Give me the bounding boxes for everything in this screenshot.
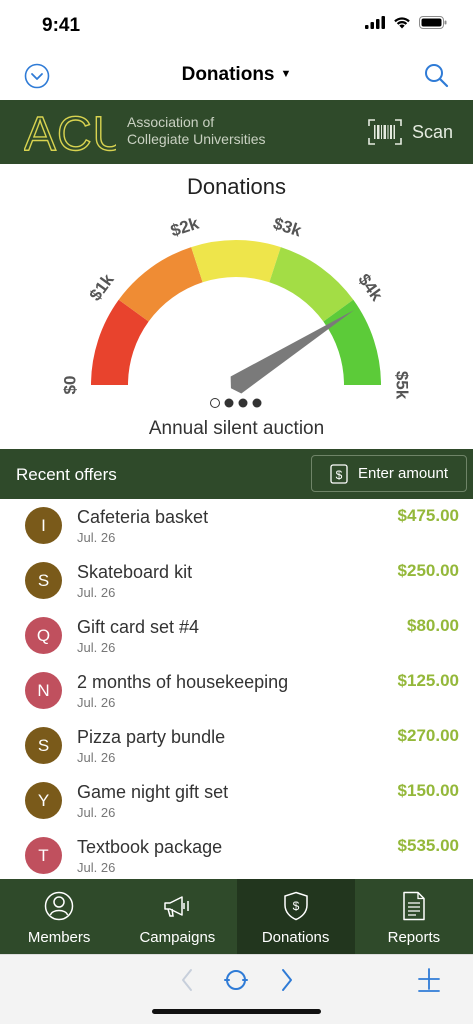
offers-header: Recent offers $ Enter amount	[0, 449, 473, 499]
tab-donations[interactable]: $ Donations	[236, 879, 355, 954]
battery-icon	[419, 16, 447, 29]
person-icon	[44, 891, 74, 921]
offer-date: Jul. 26	[77, 805, 116, 820]
shield-dollar-icon: $	[283, 891, 308, 921]
offers-list: I Cafeteria basket Jul. 26 $475.00 S Skateboa…	[0, 499, 473, 878]
gauge-tick-label: $5k	[393, 371, 412, 400]
offer-amount: $475.00	[397, 506, 459, 525]
offer-amount: $150.00	[397, 781, 459, 800]
document-icon	[403, 891, 425, 921]
offer-name: Cafeteria basket	[77, 507, 209, 527]
offer-date: Jul. 26	[77, 750, 116, 765]
gauge-needle	[230, 309, 355, 394]
tab-members-label: Members	[27, 929, 91, 946]
gauge-tick-label: $0	[60, 376, 79, 395]
offers-title: Recent offers	[16, 465, 117, 484]
chevron-right-icon[interactable]	[280, 967, 294, 993]
gauge-title: Donations	[186, 174, 287, 199]
offer-row[interactable]: Q Gift card set #4 Jul. 26 $80.00	[0, 609, 473, 664]
offer-name: 2 months of housekeeping	[77, 672, 289, 692]
pager-dot[interactable]	[210, 398, 220, 408]
tab-campaigns-label: Campaigns	[139, 929, 216, 946]
gauge-segment	[191, 240, 281, 283]
offer-amount: $80.00	[407, 616, 459, 635]
avatar: S	[25, 562, 62, 599]
nav-bar: Donations ▼	[0, 50, 473, 100]
offer-date: Jul. 26	[77, 585, 116, 600]
avatar: Y	[25, 782, 62, 819]
offer-amount: $125.00	[397, 671, 459, 690]
page-title: Donations	[181, 64, 275, 85]
tab-campaigns[interactable]: Campaigns	[118, 879, 236, 954]
tab-reports-label: Reports	[387, 929, 441, 946]
avatar: I	[25, 507, 62, 544]
avatar: S	[25, 727, 62, 764]
gauge-svg: $0 $1k $2k $3k $4k $5k	[60, 214, 412, 408]
search-icon[interactable]	[423, 62, 449, 88]
offer-name: Gift card set #4	[77, 617, 200, 637]
org-name-line1: Association of	[127, 114, 215, 130]
status-time: 9:41	[42, 15, 81, 36]
avatar: Q	[25, 617, 62, 654]
svg-text:$: $	[336, 468, 343, 482]
enter-amount-button[interactable]: $ Enter amount	[311, 455, 467, 492]
scan-button[interactable]: Scan	[368, 119, 453, 145]
gauge-tick-label: $1k	[86, 270, 118, 305]
gauge-tick-label: $3k	[271, 214, 304, 241]
offer-row[interactable]: N 2 months of housekeeping Jul. 26 $125.00	[0, 664, 473, 719]
offer-name: Textbook package	[77, 837, 223, 857]
offer-row[interactable]: I Cafeteria basket Jul. 26 $475.00	[0, 499, 473, 554]
offer-amount: $250.00	[397, 561, 459, 580]
gauge-subtitle: Annual silent auction	[148, 418, 325, 439]
tab-donations-label: Donations	[261, 929, 330, 946]
offer-date: Jul. 26	[77, 860, 116, 875]
home-indicator	[152, 1009, 321, 1014]
offer-row[interactable]: T Textbook package Jul. 26 $535.00	[0, 829, 473, 878]
caret-down-icon: ▼	[280, 68, 292, 80]
offer-name: Game night gift set	[77, 782, 229, 802]
wifi-icon	[394, 17, 410, 29]
offer-amount: $270.00	[397, 726, 459, 745]
offer-date: Jul. 26	[77, 530, 116, 545]
gauge-tick-label: $4k	[354, 270, 386, 305]
offer-row[interactable]: Y Game night gift set Jul. 26 $150.00	[0, 774, 473, 829]
refresh-icon[interactable]	[222, 967, 250, 993]
org-logo: ACU	[24, 110, 116, 154]
enter-amount-label: Enter amount	[357, 465, 449, 482]
avatar: N	[25, 672, 62, 709]
chevron-left-icon[interactable]	[180, 967, 194, 993]
signal-icon	[365, 16, 385, 29]
offer-name: Pizza party bundle	[77, 727, 226, 747]
gauge: $0 $1k $2k $3k $4k $5k	[0, 205, 473, 415]
gauge-tick-label: $2k	[168, 214, 201, 241]
offer-amount: $535.00	[397, 836, 459, 855]
pager-dot[interactable]	[252, 398, 262, 408]
megaphone-icon	[164, 896, 190, 917]
add-icon[interactable]	[418, 967, 440, 993]
tab-reports[interactable]: Reports	[355, 879, 473, 954]
avatar: T	[25, 837, 62, 874]
pager-dot[interactable]	[224, 398, 234, 408]
offer-date: Jul. 26	[77, 640, 116, 655]
org-name: Association of Collegiate Universities	[127, 114, 266, 148]
org-logo-text: ACU	[24, 110, 116, 154]
dollar-box-icon: $	[330, 463, 348, 484]
org-banner: ACU Association of Collegiate Universiti…	[0, 100, 473, 164]
offer-row[interactable]: S Pizza party bundle Jul. 26 $270.00	[0, 719, 473, 774]
offer-row[interactable]: S Skateboard kit Jul. 26 $250.00	[0, 554, 473, 609]
page-title-menu[interactable]: Donations ▼	[0, 64, 473, 86]
org-name-line2: Collegiate Universities	[127, 131, 266, 147]
status-bar: 9:41	[0, 0, 473, 50]
scan-label: Scan	[411, 121, 453, 142]
offer-date: Jul. 26	[77, 695, 116, 710]
status-icons	[365, 16, 447, 29]
barcode-icon	[368, 119, 402, 145]
tab-bar: Members Campaigns $ Donations Reports	[0, 879, 473, 954]
tab-members[interactable]: Members	[0, 879, 118, 954]
offer-name: Skateboard kit	[77, 562, 193, 582]
pager-dot[interactable]	[238, 398, 248, 408]
svg-text:$: $	[292, 899, 299, 913]
